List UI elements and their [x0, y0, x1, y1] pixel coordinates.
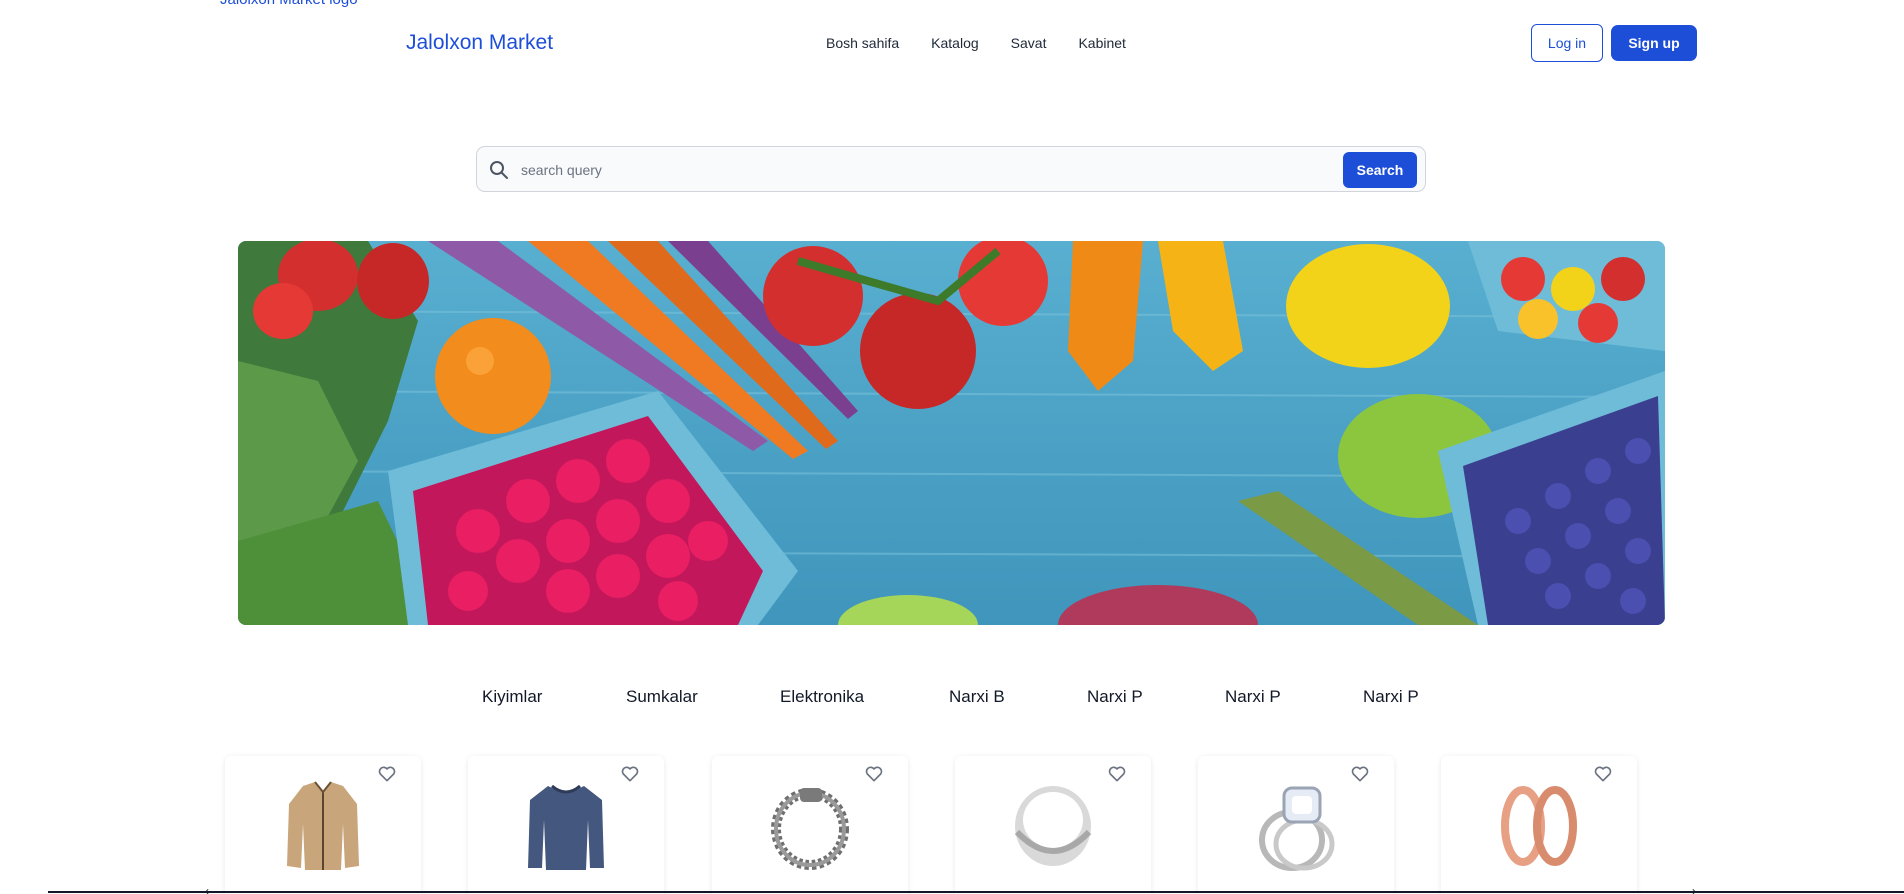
search-input[interactable]	[519, 155, 1313, 185]
diamond-ring-icon	[1259, 786, 1335, 871]
hero-banner-image	[238, 241, 1665, 625]
heart-icon[interactable]	[1350, 764, 1370, 784]
nav-item-catalog[interactable]: Katalog	[931, 35, 978, 51]
category-clothes[interactable]: Kiyimlar	[482, 687, 626, 707]
nav-item-account[interactable]: Kabinet	[1078, 35, 1125, 51]
category-electronics[interactable]: Elektronika	[780, 687, 949, 707]
product-list	[225, 756, 1681, 894]
produce-illustration	[238, 241, 1665, 625]
page: Jalolxon Market logo Jalolxon Market Bos…	[0, 0, 1904, 894]
search-button[interactable]: Search	[1343, 152, 1417, 188]
product-card[interactable]	[712, 756, 908, 894]
heart-icon[interactable]	[1107, 764, 1127, 784]
logo-alt-text[interactable]: Jalolxon Market logo	[220, 0, 358, 8]
category-price-p-1[interactable]: Narxi P	[1087, 687, 1225, 707]
category-bags[interactable]: Sumkalar	[626, 687, 780, 707]
signup-button[interactable]: Sign up	[1611, 25, 1697, 61]
nav-item-home[interactable]: Bosh sahifa	[826, 35, 899, 51]
category-tabs: Kiyimlar Sumkalar Elektronika Narxi B Na…	[482, 687, 1419, 707]
category-price-b[interactable]: Narxi B	[949, 687, 1087, 707]
gold-rings-icon	[1501, 786, 1577, 866]
main-nav: Bosh sahifa Katalog Savat Kabinet	[826, 35, 1126, 51]
product-card[interactable]	[225, 756, 421, 894]
nav-item-cart[interactable]: Savat	[1011, 35, 1047, 51]
login-button[interactable]: Log in	[1531, 24, 1603, 62]
bracelet-icon	[771, 788, 849, 870]
sweater-icon	[528, 784, 604, 870]
jacket-icon	[287, 781, 359, 870]
product-card[interactable]	[1441, 756, 1637, 894]
product-card[interactable]	[468, 756, 664, 894]
brand-title[interactable]: Jalolxon Market	[406, 31, 553, 55]
heart-icon[interactable]	[620, 764, 640, 784]
search-bar: Search	[476, 146, 1426, 192]
product-card[interactable]	[1198, 756, 1394, 894]
heart-icon[interactable]	[1593, 764, 1613, 784]
product-card[interactable]	[955, 756, 1151, 894]
heart-icon[interactable]	[377, 764, 397, 784]
silver-ring-icon	[1014, 786, 1092, 866]
category-price-p-2[interactable]: Narxi P	[1225, 687, 1363, 707]
heart-icon[interactable]	[864, 764, 884, 784]
category-price-p-3[interactable]: Narxi P	[1363, 687, 1419, 707]
search-icon	[490, 161, 508, 179]
bottom-divider	[48, 891, 1904, 893]
